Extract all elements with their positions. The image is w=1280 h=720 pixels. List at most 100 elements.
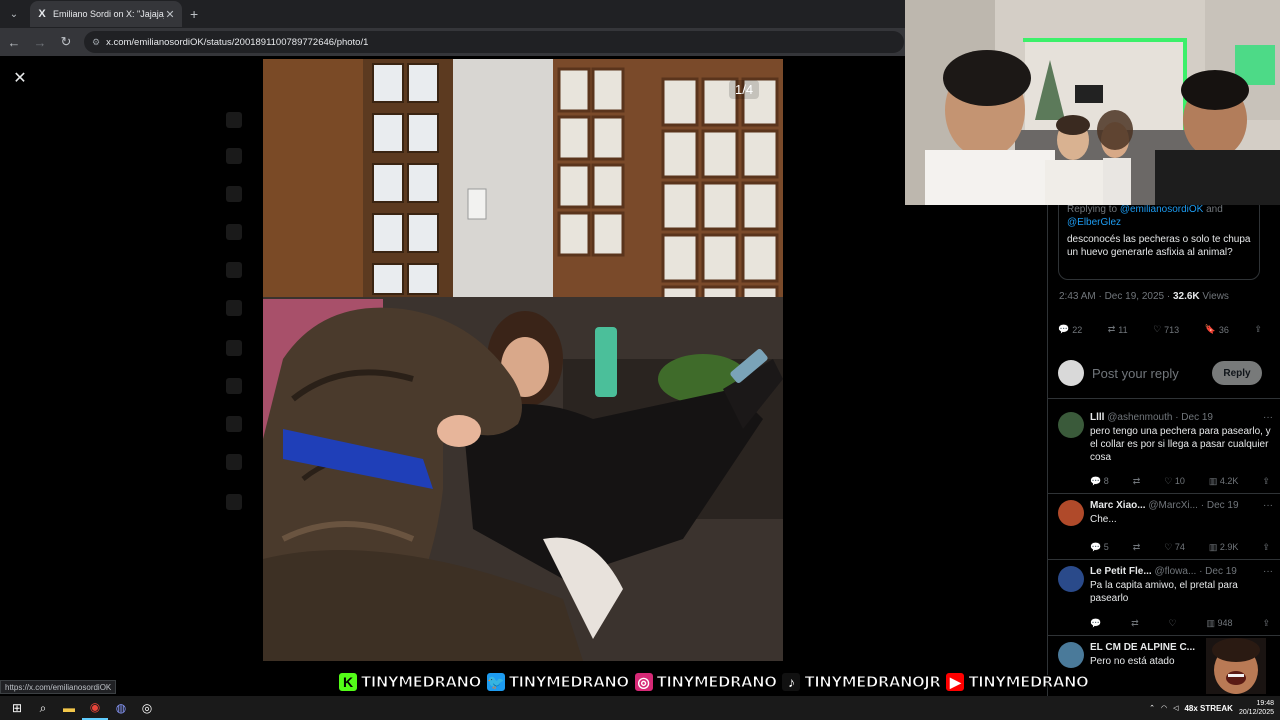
mention-link[interactable]: @emilianosordiOK: [1120, 204, 1204, 215]
tab-title: Emiliano Sordi on X: "Jajajaja ti: [53, 9, 164, 19]
reply-context-card[interactable]: Replying to @emilianosordiOK and @ElberG…: [1058, 196, 1260, 280]
reply-header: Marc Xiao... @MarcXi... · Dec 19: [1090, 500, 1273, 511]
chrome-icon[interactable]: ◉: [82, 696, 108, 720]
reply-author[interactable]: Marc Xiao...: [1090, 500, 1146, 511]
share-action[interactable]: ⇪: [1254, 324, 1262, 335]
post-meta: 2:43 AM · Dec 19, 2025 · 32.6K Views: [1059, 291, 1229, 302]
reply-input[interactable]: Post your reply: [1092, 366, 1212, 381]
system-tray: ⌃ ◠ ◁ 48x STREAK 19:48 20/12/2025: [1149, 696, 1274, 720]
heart-icon[interactable]: ♡ 74: [1164, 542, 1185, 553]
reply-action[interactable]: 💬 22: [1058, 324, 1082, 335]
like-count: 713: [1164, 324, 1180, 335]
reply-stats: 💬 5 ⇄ ♡ 74 ▥ 2.9K ⇪: [1090, 542, 1270, 553]
webcam-video: [905, 0, 1280, 205]
repost-count: 11: [1118, 324, 1128, 335]
views-label: Views: [1202, 291, 1229, 302]
banner-item-instagram: ◎ TINYMEDRANO: [632, 671, 777, 693]
heart-icon[interactable]: ♡: [1169, 618, 1177, 629]
list-item[interactable]: Llll @ashenmouth · Dec 19 ··· pero tengo…: [1048, 406, 1280, 494]
forward-arrow-icon[interactable]: →: [28, 30, 52, 54]
share-icon[interactable]: ⇪: [1262, 476, 1270, 487]
reply-stats: 💬 8 ⇄ ♡ 10 ▥ 4.2K ⇪: [1090, 476, 1270, 487]
search-icon[interactable]: ⌕: [30, 696, 56, 720]
heart-icon[interactable]: ♡ 10: [1164, 476, 1185, 487]
avatar[interactable]: [1058, 412, 1084, 438]
reply-bubble-icon[interactable]: 💬 8: [1090, 476, 1109, 487]
repost-icon[interactable]: ⇄: [1133, 476, 1141, 487]
tray-chevron-icon[interactable]: ⌃: [1149, 704, 1155, 712]
bookmark-action[interactable]: 🔖 36: [1205, 324, 1229, 335]
address-bar[interactable]: ⚙ x.com/emilianosordiOK/status/200189110…: [84, 31, 904, 53]
repost-icon[interactable]: ⇄: [1133, 542, 1141, 553]
file-explorer-icon[interactable]: ▬: [56, 696, 82, 720]
network-icon[interactable]: ◠: [1161, 704, 1167, 712]
share-icon[interactable]: ⇪: [1262, 542, 1270, 553]
more-icon[interactable]: ···: [1263, 566, 1273, 577]
reply-handle: @ashenmouth · Dec 19: [1107, 412, 1213, 423]
avatar[interactable]: [1058, 500, 1084, 526]
reply-bubble-icon: 💬: [1058, 324, 1070, 334]
volume-icon[interactable]: ◁: [1173, 704, 1178, 712]
reply-author[interactable]: EL CM DE ALPINE C...: [1090, 642, 1195, 653]
banner-item-twitter: 🐦 TINYMEDRANO: [484, 671, 630, 693]
mention-link[interactable]: @ElberGlez: [1067, 217, 1121, 228]
replying-to-label: Replying to: [1067, 204, 1118, 215]
heart-icon: ♡: [1153, 324, 1162, 334]
repost-action[interactable]: ⇄ 11: [1108, 324, 1128, 335]
clock-date: 20/12/2025: [1238, 709, 1274, 716]
like-action[interactable]: ♡ 713: [1153, 324, 1179, 335]
views-icon[interactable]: ▥ 4.2K: [1209, 476, 1239, 487]
banner-item-tiktok: ♪ TINYMEDRANOJR: [780, 671, 941, 693]
browser-tab[interactable]: X Emiliano Sordi on X: "Jajajaja ti ✕: [30, 1, 182, 27]
reply-author[interactable]: Llll: [1090, 412, 1104, 423]
views-count: 32.6K: [1172, 291, 1200, 302]
bookmark-icon: 🔖: [1204, 324, 1216, 334]
windows-start-icon[interactable]: ⊞: [4, 696, 30, 720]
discord-icon[interactable]: ◍: [108, 696, 134, 720]
new-tab-plus-icon[interactable]: +: [190, 6, 198, 22]
avatar[interactable]: [1058, 566, 1084, 592]
banner-handle: TINYMEDRANO: [508, 673, 629, 692]
reload-icon[interactable]: ↻: [54, 30, 78, 54]
reply-bubble-icon[interactable]: 💬 5: [1090, 542, 1109, 553]
youtube-icon: ▶: [944, 671, 967, 693]
replying-to-line: Replying to @emilianosordiOK and @ElberG…: [1067, 203, 1251, 229]
reply-button[interactable]: Reply: [1212, 361, 1262, 385]
list-item[interactable]: Marc Xiao... @MarcXi... · Dec 19 ··· Che…: [1048, 494, 1280, 560]
clock[interactable]: 19:48 20/12/2025: [1239, 699, 1274, 717]
reply-header: Llll @ashenmouth · Dec 19: [1090, 412, 1273, 423]
reply-handle: @MarcXi... · Dec 19: [1148, 500, 1239, 511]
reply-bubble-icon[interactable]: 💬: [1090, 618, 1101, 629]
avatar: [1058, 360, 1084, 386]
photo-counter: 1/4: [729, 80, 760, 99]
reply-handle: @flowa... · Dec 19: [1154, 566, 1237, 577]
share-icon[interactable]: ⇪: [1262, 618, 1270, 629]
repost-icon[interactable]: ⇄: [1131, 618, 1139, 629]
banner-item-youtube: ▶ TINYMEDRANO: [944, 671, 1089, 693]
tab-search-chevron-icon[interactable]: ⌄: [4, 4, 24, 24]
kick-icon: K: [337, 671, 359, 693]
site-info-icon[interactable]: ⚙: [92, 37, 100, 48]
address-url: x.com/emilianosordiOK/status/20018911007…: [106, 36, 369, 48]
close-icon[interactable]: ✕: [10, 68, 30, 88]
quoted-text: desconocés las pecheras o solo te chupa …: [1067, 234, 1251, 258]
tab-close-icon[interactable]: ✕: [164, 8, 176, 21]
banner-handle: TINYMEDRANO: [968, 673, 1089, 692]
views-icon[interactable]: ▥ 2.9K: [1209, 542, 1239, 553]
link-status-bar: https://x.com/emilianosordiOK: [0, 680, 117, 694]
streak-text: 48x STREAK: [1184, 703, 1233, 713]
obs-icon[interactable]: ◎: [134, 696, 160, 720]
list-item[interactable]: Le Petit Fle... @flowa... · Dec 19 ··· P…: [1048, 560, 1280, 636]
reply-author[interactable]: Le Petit Fle...: [1090, 566, 1152, 577]
post-time: 2:43 AM · Dec 19, 2025 ·: [1059, 291, 1171, 302]
views-icon[interactable]: ▥ 948: [1207, 618, 1233, 629]
avatar[interactable]: [1058, 642, 1084, 668]
reply-text: Che...: [1090, 514, 1117, 525]
reply-text: Pa la capita amiwo, el pretal para pasea…: [1090, 580, 1238, 604]
back-arrow-icon[interactable]: ←: [2, 30, 26, 54]
more-icon[interactable]: ···: [1263, 412, 1273, 423]
more-icon[interactable]: ···: [1263, 500, 1273, 511]
post-photo[interactable]: [263, 59, 783, 661]
laughing-face-icon: [1206, 638, 1266, 694]
streak-emote: [1206, 638, 1266, 694]
